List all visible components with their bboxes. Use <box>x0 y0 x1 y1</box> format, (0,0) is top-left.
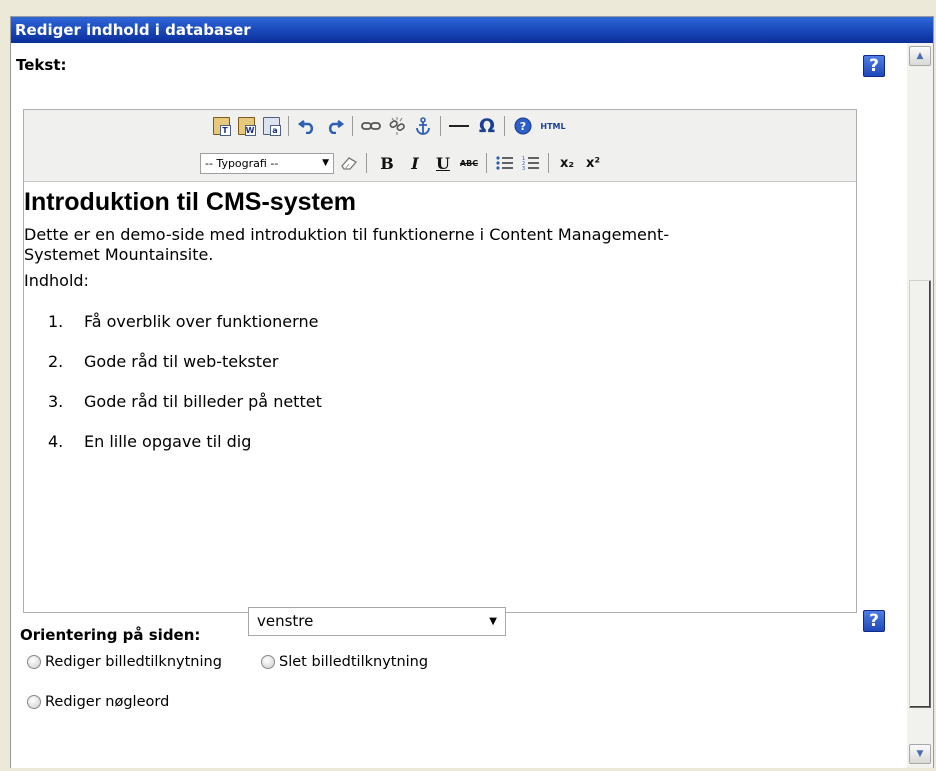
radio-circle[interactable] <box>261 655 275 669</box>
toolbar-row-1: T W a Ω ? HTML <box>24 113 856 141</box>
toolbar-separator <box>440 116 441 136</box>
paste-word-icon[interactable]: W <box>235 115 257 137</box>
scroll-thumb[interactable] <box>909 280 931 708</box>
toolbar-separator <box>486 153 487 173</box>
content-area: Tekst: ? T W a Ω ? HTML -- Typografi -- … <box>11 43 907 768</box>
html-source-icon[interactable]: HTML <box>538 115 568 137</box>
svg-text:?: ? <box>520 120 526 133</box>
italic-button[interactable]: I <box>404 152 426 174</box>
vertical-scrollbar[interactable]: ▲ ▼ <box>907 43 933 768</box>
doc-indhold-label: Indhold: <box>24 271 89 290</box>
doc-heading: Introduktion til CMS-system <box>24 188 356 216</box>
chevron-down-icon: ▼ <box>489 616 497 627</box>
help-button-orientering[interactable]: ? <box>863 610 885 632</box>
list-item: 3. Gode råd til billeder på nettet <box>48 392 322 411</box>
toolbar-row-2: -- Typografi -- ▼ B I U ABC 1 2 3 x₂ x² <box>24 150 856 178</box>
chevron-down-icon: ▼ <box>322 158 329 168</box>
toolbar-separator <box>366 153 367 173</box>
toolbar-separator <box>504 116 505 136</box>
radio-rediger-billedtilknytning[interactable]: Rediger billedtilknytning <box>27 654 222 670</box>
scroll-up-button[interactable]: ▲ <box>909 46 931 66</box>
doc-ordered-list: 1. Få overblik over funktionerne 2. Gode r… <box>24 312 856 472</box>
strikethrough-button[interactable]: ABC <box>458 152 480 174</box>
numbered-list-icon[interactable]: 123 <box>520 152 542 174</box>
toolbar-separator <box>288 116 289 136</box>
editor-content[interactable]: Introduktion til CMS-system Dette er en … <box>24 182 856 612</box>
list-item: 2. Gode råd til web-tekster <box>48 352 279 371</box>
superscript-button[interactable]: x² <box>582 152 604 174</box>
rich-text-editor: T W a Ω ? HTML -- Typografi -- ▼ B I U A… <box>23 109 857 613</box>
horizontal-rule-icon[interactable] <box>448 115 470 137</box>
radio-rediger-noegleord[interactable]: Rediger nøgleord <box>27 694 169 710</box>
unlink-icon[interactable] <box>386 115 408 137</box>
select-all-icon[interactable]: a <box>260 115 282 137</box>
editor-window: Rediger indhold i databaser Tekst: ? T W… <box>10 16 934 768</box>
orientering-select[interactable]: venstre ▼ <box>248 607 506 636</box>
radio-circle[interactable] <box>27 655 41 669</box>
radio-slet-billedtilknytning[interactable]: Slet billedtilknytning <box>261 654 428 670</box>
scroll-down-button[interactable]: ▼ <box>909 744 931 764</box>
underline-button[interactable]: U <box>432 152 454 174</box>
tekst-label: Tekst: <box>16 56 67 74</box>
eraser-icon[interactable] <box>338 152 360 174</box>
bold-button[interactable]: B <box>376 152 398 174</box>
bullet-list-icon[interactable] <box>494 152 516 174</box>
editor-toolbar: T W a Ω ? HTML -- Typografi -- ▼ B I U A… <box>24 110 856 182</box>
anchor-icon[interactable] <box>412 115 434 137</box>
typografi-select[interactable]: -- Typografi -- ▼ <box>200 153 334 174</box>
paste-text-icon[interactable]: T <box>210 115 232 137</box>
window-title: Rediger indhold i databaser <box>11 17 933 43</box>
undo-icon[interactable] <box>296 115 318 137</box>
doc-intro-paragraph: Dette er en demo-side med introduktion t… <box>24 225 670 264</box>
redo-icon[interactable] <box>324 115 346 137</box>
svg-text:3: 3 <box>522 166 525 171</box>
toolbar-separator <box>548 153 549 173</box>
help-button-tekst[interactable]: ? <box>863 55 885 77</box>
orientering-label: Orientering på siden: <box>20 626 201 644</box>
toolbar-separator <box>352 116 353 136</box>
list-item: 4. En lille opgave til dig <box>48 432 252 451</box>
list-item: 1. Få overblik over funktionerne <box>48 312 319 331</box>
link-icon[interactable] <box>360 115 382 137</box>
special-char-icon[interactable]: Ω <box>476 115 498 137</box>
help-icon[interactable]: ? <box>512 115 534 137</box>
radio-circle[interactable] <box>27 695 41 709</box>
subscript-button[interactable]: x₂ <box>556 152 578 174</box>
